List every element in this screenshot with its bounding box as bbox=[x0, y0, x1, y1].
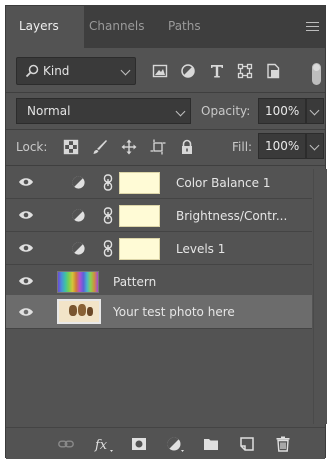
smart-object-filter-icon[interactable] bbox=[265, 63, 281, 79]
lock-row: Lock: Fill: 100% bbox=[6, 133, 325, 161]
chevron-down-icon bbox=[309, 105, 320, 116]
pixel-filter-icon[interactable] bbox=[152, 63, 168, 79]
layer-row-levels[interactable]: Levels 1 bbox=[6, 233, 312, 265]
layer-name[interactable]: Levels 1 bbox=[176, 242, 225, 256]
lock-transparent-pixels-icon[interactable] bbox=[63, 139, 79, 155]
adjustment-layer-icon bbox=[72, 209, 85, 222]
adjustment-layer-icon bbox=[72, 176, 85, 189]
add-mask-icon[interactable] bbox=[131, 436, 147, 452]
photo-layer-thumbnail[interactable] bbox=[57, 299, 101, 324]
blend-mode-value: Normal bbox=[27, 104, 71, 118]
visibility-eye-icon[interactable] bbox=[18, 275, 34, 287]
layers-scrollbar[interactable] bbox=[313, 169, 327, 424]
layer-row-test-photo[interactable]: Your test photo here bbox=[6, 295, 312, 329]
blend-mode-dropdown[interactable]: Normal bbox=[16, 98, 191, 124]
layer-row-brightness-contrast[interactable]: Brightness/Contr... bbox=[6, 200, 312, 232]
adjustment-layer-icon bbox=[72, 242, 85, 255]
visibility-eye-icon[interactable] bbox=[18, 209, 34, 221]
adjustment-filter-icon[interactable] bbox=[180, 63, 196, 79]
filter-kind-label: Kind bbox=[43, 64, 70, 78]
layer-mask-thumbnail[interactable] bbox=[119, 172, 160, 194]
layer-name[interactable]: Brightness/Contr... bbox=[176, 209, 287, 223]
tab-layers[interactable]: Layers bbox=[19, 19, 59, 33]
panel-menu-icon[interactable] bbox=[306, 22, 319, 32]
lock-artboard-icon[interactable] bbox=[150, 139, 166, 155]
svg-text:fx: fx bbox=[94, 438, 108, 452]
opacity-input[interactable]: 100% bbox=[258, 98, 306, 124]
layer-name[interactable]: Pattern bbox=[113, 275, 156, 289]
layer-name[interactable]: Your test photo here bbox=[113, 305, 235, 319]
lock-all-icon[interactable] bbox=[179, 139, 195, 155]
layer-filter-row: Kind bbox=[6, 57, 325, 89]
opacity-dropdown[interactable] bbox=[306, 98, 324, 124]
lock-position-icon[interactable] bbox=[121, 139, 137, 155]
filter-toggle-switch[interactable] bbox=[312, 63, 321, 85]
shape-filter-icon[interactable] bbox=[237, 63, 253, 79]
search-icon bbox=[25, 64, 39, 78]
panel-tab-bar: Layers Channels Paths bbox=[6, 6, 325, 48]
layer-row-pattern[interactable]: Pattern bbox=[6, 266, 312, 298]
visibility-eye-icon[interactable] bbox=[18, 176, 34, 188]
layer-mask-link-icon[interactable] bbox=[103, 240, 113, 257]
link-layers-icon[interactable] bbox=[58, 436, 74, 452]
layer-mask-thumbnail[interactable] bbox=[119, 205, 160, 227]
chevron-down-icon bbox=[175, 106, 186, 117]
fill-input[interactable]: 100% bbox=[258, 133, 306, 159]
chevron-down-icon bbox=[120, 65, 131, 76]
blend-row: Normal Opacity: 100% bbox=[6, 98, 325, 126]
lock-label: Lock: bbox=[16, 140, 48, 154]
panel-footer: fx bbox=[6, 427, 325, 459]
layer-mask-link-icon[interactable] bbox=[103, 207, 113, 224]
fill-dropdown[interactable] bbox=[306, 133, 324, 159]
visibility-eye-icon[interactable] bbox=[18, 306, 34, 318]
tab-paths[interactable]: Paths bbox=[168, 19, 201, 33]
lock-image-pixels-icon[interactable] bbox=[92, 139, 108, 155]
delete-layer-icon[interactable] bbox=[275, 436, 291, 452]
filter-kind-dropdown[interactable]: Kind bbox=[16, 57, 136, 85]
tab-channels[interactable]: Channels bbox=[89, 19, 145, 33]
new-layer-icon[interactable] bbox=[239, 436, 255, 452]
visibility-eye-icon[interactable] bbox=[18, 242, 34, 254]
chevron-down-icon bbox=[309, 140, 320, 151]
layer-name[interactable]: Color Balance 1 bbox=[176, 176, 270, 190]
type-filter-icon[interactable] bbox=[209, 63, 225, 79]
fill-label: Fill: bbox=[232, 140, 253, 154]
layer-mask-link-icon[interactable] bbox=[103, 174, 113, 191]
new-group-icon[interactable] bbox=[203, 436, 219, 452]
layer-row-color-balance[interactable]: Color Balance 1 bbox=[6, 167, 312, 199]
new-adjustment-layer-icon[interactable] bbox=[166, 436, 186, 452]
pattern-layer-thumbnail[interactable] bbox=[57, 271, 99, 293]
layers-panel: Layers Channels Paths Kind Normal Opacit… bbox=[5, 5, 327, 459]
layer-mask-thumbnail[interactable] bbox=[119, 238, 160, 260]
fx-icon[interactable]: fx bbox=[94, 436, 114, 452]
opacity-label: Opacity: bbox=[201, 104, 251, 118]
